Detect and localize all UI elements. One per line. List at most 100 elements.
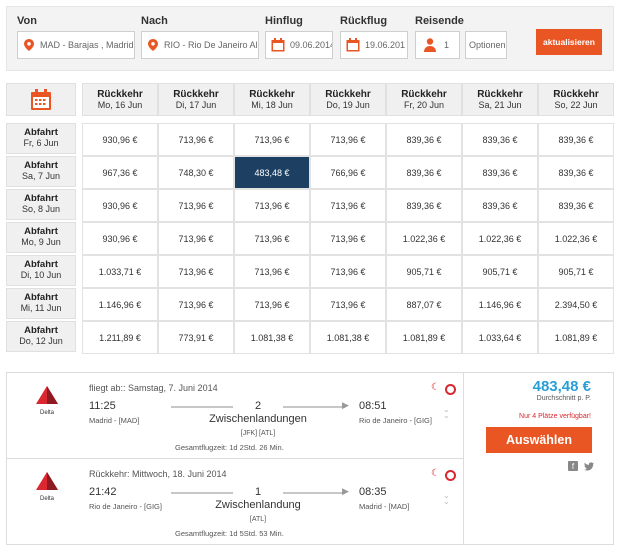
clock-icon: [445, 384, 456, 395]
location-pin-icon: [148, 39, 158, 51]
price-cell[interactable]: 930,96 €: [82, 123, 158, 156]
expand-chevron-icon[interactable]: ⌄ ⌄: [443, 406, 450, 420]
price-cell[interactable]: 905,71 €: [462, 255, 538, 288]
overnight-moon-icon: ☾: [431, 468, 440, 479]
price-cell[interactable]: 839,36 €: [462, 123, 538, 156]
inbound-via: [ATL]: [249, 516, 267, 523]
return-date-header: Rückkehr Di, 17 Jun: [158, 83, 234, 116]
price-cell[interactable]: 713,96 €: [234, 123, 310, 156]
price-cell[interactable]: 713,96 €: [234, 255, 310, 288]
price-cell[interactable]: 748,30 €: [158, 156, 234, 189]
price-cell[interactable]: 839,36 €: [538, 189, 614, 222]
price-cell[interactable]: 839,36 €: [386, 156, 462, 189]
price-cell[interactable]: 713,96 €: [158, 222, 234, 255]
price-cell[interactable]: 905,71 €: [538, 255, 614, 288]
price-cell[interactable]: 1.081,38 €: [310, 321, 386, 354]
price-cell[interactable]: 713,96 €: [310, 222, 386, 255]
price-cell[interactable]: 713,96 €: [234, 189, 310, 222]
outbound-leg: Delta fliegt ab:: Samstag, 7. Juni 2014 …: [7, 373, 463, 459]
price-cell[interactable]: 713,96 €: [158, 288, 234, 321]
price-cell[interactable]: 1.022,36 €: [462, 222, 538, 255]
return-header-date: So, 22 Jun: [554, 100, 598, 110]
price-cell[interactable]: 1.146,96 €: [82, 288, 158, 321]
price-cell[interactable]: 905,71 €: [386, 255, 462, 288]
depart-date-header: Abfahrt Mo, 9 Jun: [6, 222, 76, 253]
price-cell[interactable]: 713,96 €: [158, 189, 234, 222]
price-cell[interactable]: 766,96 €: [310, 156, 386, 189]
to-input[interactable]: RIO - Rio De Janeiro All: [141, 31, 259, 59]
price-cell[interactable]: 773,91 €: [158, 321, 234, 354]
price-cell[interactable]: 1.022,36 €: [538, 222, 614, 255]
price-cell[interactable]: 839,36 €: [462, 156, 538, 189]
from-input[interactable]: MAD - Barajas , Madrid: [17, 31, 135, 59]
location-pin-icon: [24, 39, 34, 51]
return-date-header: Rückkehr Do, 19 Jun: [310, 83, 386, 116]
airline-logo: Delta: [31, 472, 63, 512]
calendar-icon: [271, 38, 285, 52]
airline-logo: Delta: [31, 386, 63, 426]
price-cell[interactable]: 839,36 €: [538, 156, 614, 189]
price-cell[interactable]: 713,96 €: [234, 288, 310, 321]
depart-header-date: Do, 12 Jun: [19, 336, 63, 346]
calendar-corner: [6, 83, 76, 116]
price-cell[interactable]: 1.081,38 €: [234, 321, 310, 354]
price-cell[interactable]: 1.146,96 €: [462, 288, 538, 321]
route-line: [283, 406, 345, 408]
depart-header-date: Mo, 9 Jun: [21, 237, 61, 247]
route-line: [283, 492, 345, 494]
from-label: Von: [17, 15, 37, 27]
update-button[interactable]: aktualisieren: [536, 29, 602, 55]
price-cell[interactable]: 483,48 €: [234, 156, 310, 189]
price-cell[interactable]: 930,96 €: [82, 189, 158, 222]
expand-chevron-icon[interactable]: ⌄ ⌄: [443, 492, 450, 506]
price-cell[interactable]: 839,36 €: [538, 123, 614, 156]
price-cell[interactable]: 1.033,71 €: [82, 255, 158, 288]
price-cell[interactable]: 713,96 €: [310, 123, 386, 156]
price-cell[interactable]: 713,96 €: [158, 123, 234, 156]
outbound-dep-airport: Madrid - [MAD]: [89, 416, 140, 425]
options-select[interactable]: Optionen ▼: [465, 31, 507, 59]
price-cell[interactable]: 713,96 €: [310, 255, 386, 288]
price-cell[interactable]: 839,36 €: [386, 123, 462, 156]
seats-available-notice: Nur 4 Plätze verfügbar!: [519, 413, 591, 420]
depart-header-label: Abfahrt: [24, 259, 58, 270]
price-cell[interactable]: 2.394,50 €: [538, 288, 614, 321]
price-cell[interactable]: 1.022,36 €: [386, 222, 462, 255]
return-date-input[interactable]: 19.06.201: [340, 31, 408, 59]
depart-header-date: Mi, 11 Jun: [20, 303, 62, 313]
select-flight-button[interactable]: Auswählen: [486, 427, 592, 453]
price-cell[interactable]: 713,96 €: [234, 222, 310, 255]
inbound-stops-label: Zwischenlandung: [215, 499, 301, 511]
price-cell[interactable]: 1.081,89 €: [538, 321, 614, 354]
return-header-label: Rückkehr: [249, 89, 295, 100]
depart-header-date: So, 8 Jun: [21, 204, 61, 214]
return-header-date: Mi, 18 Jun: [251, 100, 293, 110]
depart-date-header: Abfahrt Di, 10 Jun: [6, 255, 76, 286]
price-cell[interactable]: 967,36 €: [82, 156, 158, 189]
facebook-icon[interactable]: f: [568, 461, 578, 471]
inbound-dep-airport: Rio de Janeiro - [GIG]: [89, 502, 162, 511]
depart-header-date: Fr, 6 Jun: [23, 138, 59, 148]
price-cell[interactable]: 1.033,64 €: [462, 321, 538, 354]
price-cell[interactable]: 713,96 €: [310, 189, 386, 222]
depart-date-header: Abfahrt Do, 12 Jun: [6, 321, 76, 352]
depart-header-label: Abfahrt: [24, 193, 58, 204]
price-cell[interactable]: 1.081,89 €: [386, 321, 462, 354]
depart-header-label: Abfahrt: [24, 226, 58, 237]
price-cell[interactable]: 887,07 €: [386, 288, 462, 321]
price-cell[interactable]: 930,96 €: [82, 222, 158, 255]
price-matrix: Rückkehr Mo, 16 Jun Rückkehr Di, 17 Jun Rück…: [6, 83, 614, 354]
depart-date-input[interactable]: 09.06.2014: [265, 31, 333, 59]
depart-date-header: Abfahrt Sa, 7 Jun: [6, 156, 76, 187]
return-date-header: Rückkehr Fr, 20 Jun: [386, 83, 462, 116]
price-cell[interactable]: 713,96 €: [310, 288, 386, 321]
outbound-dep-time: 11:25: [89, 400, 116, 412]
price-cell[interactable]: 713,96 €: [158, 255, 234, 288]
outbound-stops-label: Zwischenlandungen: [209, 413, 307, 425]
price-cell[interactable]: 1.211,89 €: [82, 321, 158, 354]
inbound-dep-time: 21:42: [89, 486, 117, 498]
travelers-input[interactable]: 1: [415, 31, 460, 59]
twitter-icon[interactable]: [584, 461, 594, 471]
price-cell[interactable]: 839,36 €: [386, 189, 462, 222]
price-cell[interactable]: 839,36 €: [462, 189, 538, 222]
